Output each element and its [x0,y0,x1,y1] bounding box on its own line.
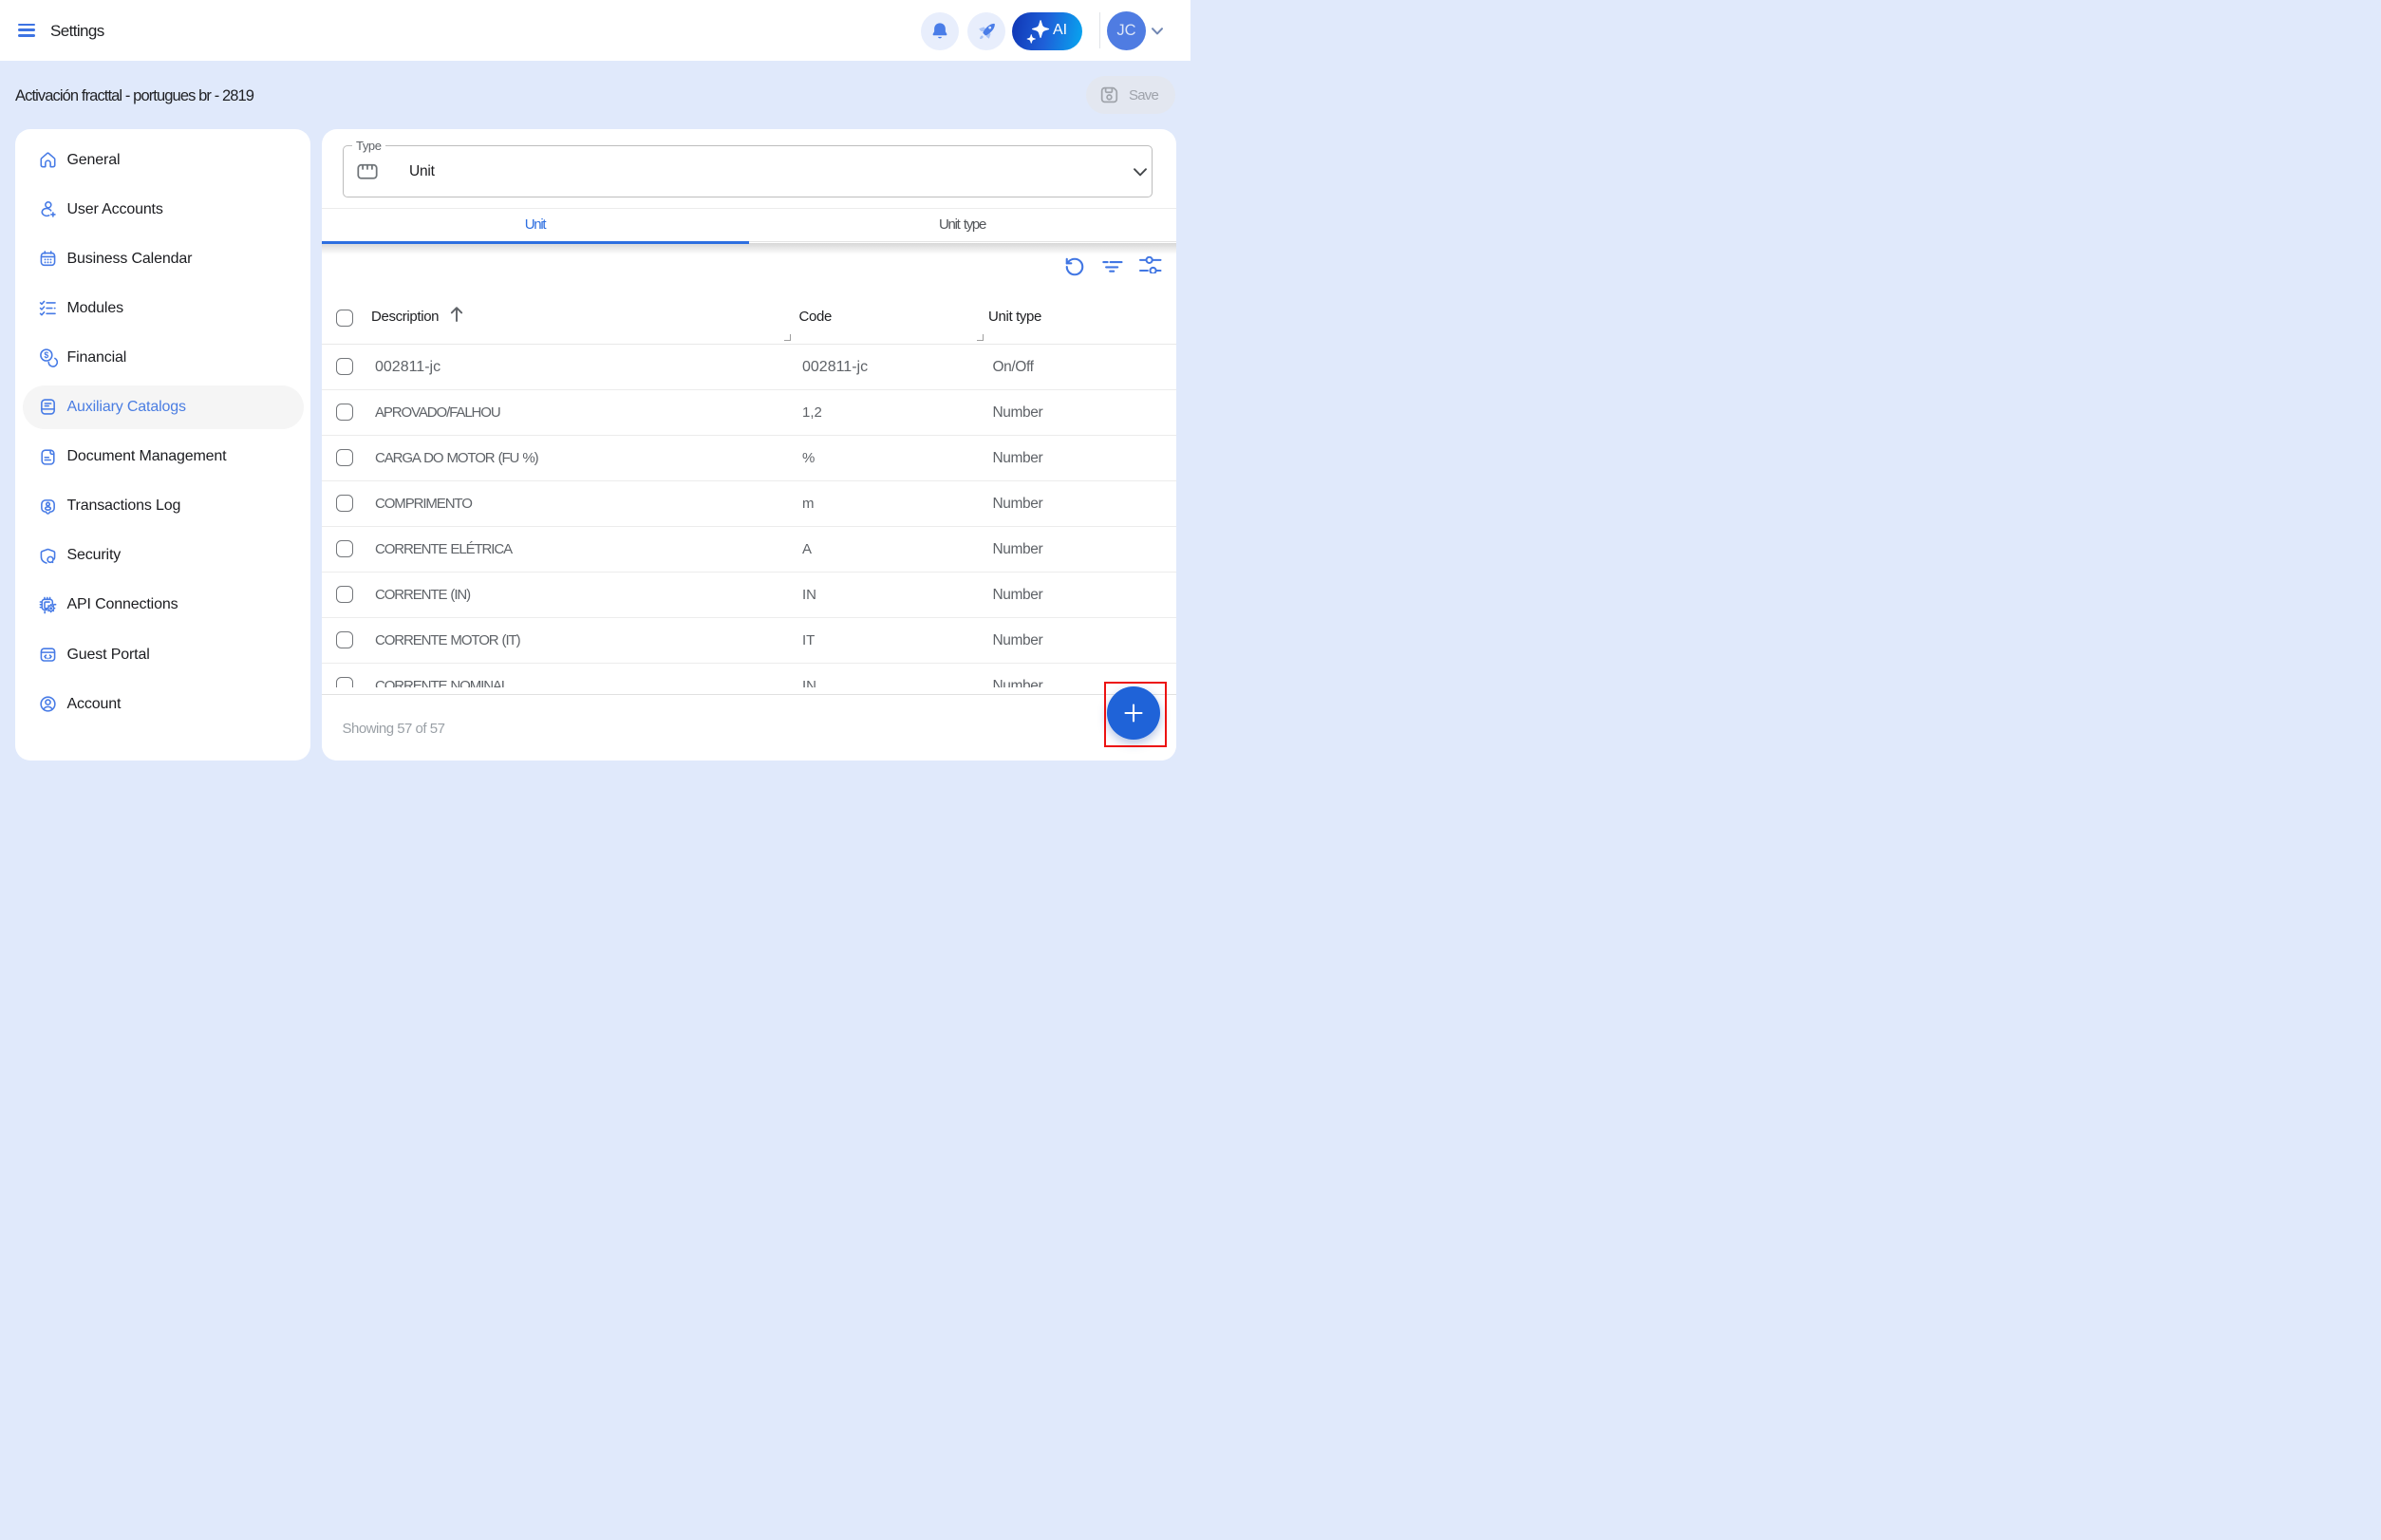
svg-text:$: $ [44,350,48,360]
